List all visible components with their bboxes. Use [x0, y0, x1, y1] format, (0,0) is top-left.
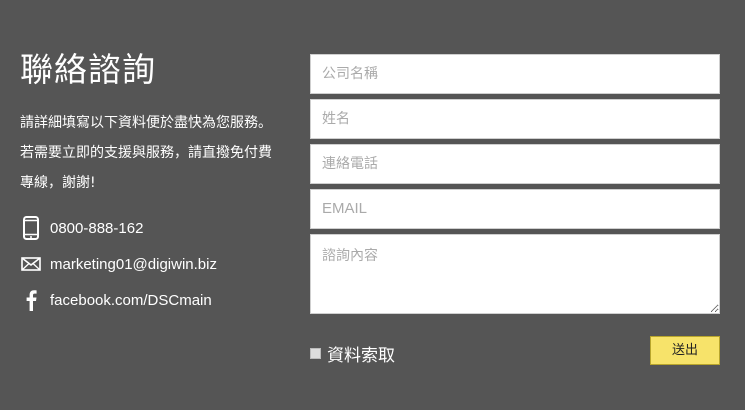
- contact-phone: 0800-888-162: [20, 210, 300, 246]
- email-field[interactable]: [310, 189, 720, 229]
- description-line: 請詳細填寫以下資料便於盡快為您服務。: [20, 115, 272, 131]
- request-info-label: 資料索取: [327, 346, 395, 366]
- facebook-icon: [20, 287, 42, 313]
- name-field[interactable]: [310, 99, 720, 139]
- mail-icon: [20, 251, 42, 277]
- message-field[interactable]: [310, 234, 720, 314]
- contact-info-panel: 聯絡諮詢 請詳細填寫以下資料便於盡快為您服務。 若需要立即的支援與服務，請直撥免…: [20, 48, 300, 318]
- contact-email-text: marketing01@digiwin.biz: [50, 255, 217, 273]
- contact-facebook-text: facebook.com/DSCmain: [50, 291, 212, 309]
- company-name-field[interactable]: [310, 54, 720, 94]
- page-title: 聯絡諮詢: [20, 50, 156, 89]
- description: 請詳細填寫以下資料便於盡快為您服務。 若需要立即的支援與服務，請直撥免付費 專線…: [20, 108, 300, 198]
- description-line: 若需要立即的支援與服務，請直撥免付費: [20, 145, 272, 161]
- contact-form: [310, 54, 720, 319]
- description-line: 專線，謝謝!: [20, 175, 96, 191]
- contact-email: marketing01@digiwin.biz: [20, 246, 300, 282]
- request-info-option[interactable]: 資料索取: [310, 341, 395, 366]
- contact-phone-text: 0800-888-162: [50, 219, 144, 237]
- request-info-checkbox[interactable]: [310, 348, 321, 359]
- phone-icon: [20, 215, 42, 241]
- phone-field[interactable]: [310, 144, 720, 184]
- submit-button[interactable]: 送出: [650, 336, 720, 365]
- contact-facebook: facebook.com/DSCmain: [20, 282, 300, 318]
